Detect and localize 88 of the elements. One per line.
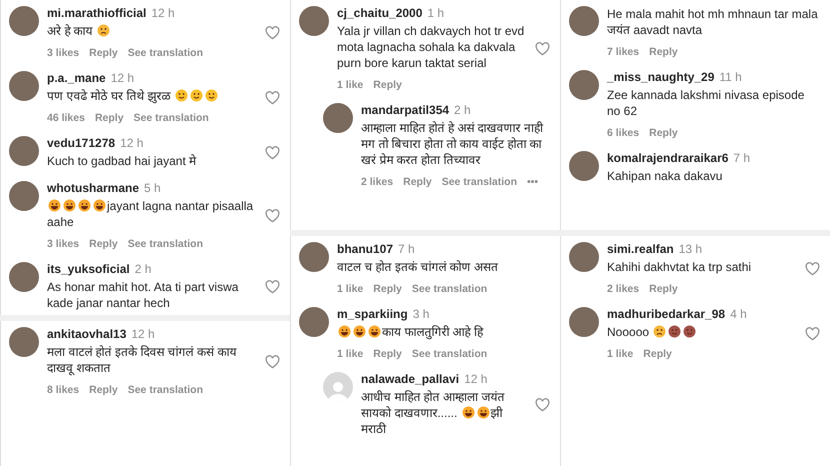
comment-time: 12 h <box>110 71 134 85</box>
comment-text: Yala jr villan ch dakvaych hot tr evd mota lagnacha sohala ka dakvala purn bore karun taktat serial <box>337 23 526 71</box>
heart-icon[interactable] <box>265 354 280 368</box>
comment-time: 3 h <box>412 307 430 321</box>
comment-time: 12 h <box>131 327 155 341</box>
comment-text: Kahihi dakhvtat ka trp sathi <box>607 259 752 275</box>
reply-link[interactable]: Reply <box>643 348 672 360</box>
likes-count[interactable]: 7 likes <box>607 46 640 58</box>
comment-time: 12 h <box>151 6 175 20</box>
comment-text: jayant lagna nantar pisaalla aahe <box>47 198 254 230</box>
likes-count[interactable]: 1 like <box>337 283 364 295</box>
username[interactable]: p.a._mane <box>47 71 106 85</box>
heart-icon[interactable] <box>535 42 550 56</box>
username[interactable]: _miss_naughty_29 <box>607 70 714 84</box>
reply-link[interactable]: Reply <box>403 176 432 188</box>
username[interactable]: whotusharmane <box>47 181 140 195</box>
comment-text: As honar mahit hot. Ata ti part viswa kade janar nantar hech <box>47 279 240 311</box>
see-translation-link[interactable]: See translation <box>128 47 203 59</box>
heart-icon[interactable] <box>805 262 820 276</box>
username[interactable]: nalawade_pallavi <box>361 372 460 386</box>
reply-link[interactable]: Reply <box>373 283 402 295</box>
comment-time: 4 h <box>730 307 747 321</box>
comment-time: 5 h <box>144 181 161 195</box>
likes-count[interactable]: 2 likes <box>607 283 640 295</box>
reply-link[interactable]: Reply <box>373 79 402 91</box>
username[interactable]: mi.marathiofficial <box>47 6 146 20</box>
comment-text: अरे हे काय <box>47 23 257 39</box>
comment-time: 12 h <box>120 136 144 150</box>
username[interactable]: m_sparkiing <box>337 307 408 321</box>
reply-link[interactable]: Reply <box>89 47 118 59</box>
username[interactable]: madhuribedarkar_98 <box>607 307 726 321</box>
comment-text: आधीच माहित होत आम्हाला जयंत सायको दाखवणार...... झी मराठी <box>361 389 506 437</box>
username[interactable]: simi.realfan <box>607 242 674 256</box>
username[interactable]: bhanu107 <box>337 242 394 256</box>
heart-icon[interactable] <box>265 26 280 40</box>
heart-icon[interactable] <box>265 280 280 294</box>
see-translation-link[interactable]: See translation <box>128 384 203 396</box>
see-translation-link[interactable]: See translation <box>442 176 517 188</box>
comment-time: 13 h <box>678 242 702 256</box>
comment-text: वाटल च होत इतकं चांगलं कोण असत <box>337 259 500 275</box>
comment-text: मला वाटलं होतं इतके दिवस चांगलं कसं काय दाखवू शकतात <box>47 344 238 376</box>
see-translation-link[interactable]: See translation <box>134 112 209 124</box>
see-translation-link[interactable]: See translation <box>128 238 203 250</box>
comment-text: Kuch to gadbad hai jayant मे <box>47 153 198 169</box>
reply-link[interactable]: Reply <box>649 283 678 295</box>
comment-time: 1 h <box>427 6 444 20</box>
likes-count[interactable]: 8 likes <box>47 384 80 396</box>
comment-text: पण एवढे मोठे घर तिथे झुरळ <box>47 88 257 104</box>
heart-icon[interactable] <box>265 208 280 222</box>
likes-count[interactable]: 1 like <box>607 348 634 360</box>
comment-text: आम्हाला माहित होतं हे असं दाखवणार नाही मग तो बिचारा होता तो काय वाईट होता का खरं प्रेम करत होता तिच्यावर <box>361 120 544 168</box>
comment-time: 7 h <box>398 242 415 256</box>
reply-link[interactable]: Reply <box>94 112 124 124</box>
comment-text: Nooooo <box>607 324 797 340</box>
reply-link[interactable]: Reply <box>89 384 118 396</box>
reply-link[interactable]: Reply <box>649 127 678 139</box>
username[interactable]: vedu171278 <box>47 136 116 150</box>
more-options-button[interactable]: ••• <box>527 176 538 188</box>
comment-text: Kahipan naka dakavu <box>607 168 724 184</box>
comment-text: काय फालतुगिरी आहे हि <box>337 324 550 340</box>
heart-icon[interactable] <box>535 398 550 412</box>
likes-count[interactable]: 1 like <box>337 348 364 360</box>
likes-count[interactable]: 46 likes <box>47 112 85 124</box>
comment-text: Zee kannada lakshmi nivasa episode no 62 <box>607 87 806 119</box>
heart-icon[interactable] <box>265 146 280 160</box>
likes-count[interactable]: 3 likes <box>47 47 80 59</box>
reply-link[interactable]: Reply <box>649 46 678 58</box>
likes-count[interactable]: 1 like <box>337 79 364 91</box>
comment-time: 7 h <box>733 151 750 165</box>
comment-time: 2 h <box>454 103 471 117</box>
see-translation-link[interactable]: See translation <box>412 283 488 295</box>
reply-link[interactable]: Reply <box>89 238 118 250</box>
username[interactable]: cj_chaitu_2000 <box>337 6 422 20</box>
comment-text: He mala mahit hot mh mhnaun tar mala जयंत aavadt navta <box>607 6 819 38</box>
username[interactable]: ankitaovhal13 <box>47 327 126 341</box>
comment-time: 2 h <box>134 262 152 276</box>
heart-icon[interactable] <box>265 90 280 104</box>
likes-count[interactable]: 3 likes <box>47 238 80 250</box>
heart-icon[interactable] <box>805 326 820 340</box>
comment-time: 12 h <box>464 372 488 386</box>
see-translation-link[interactable]: See translation <box>412 348 488 360</box>
likes-count[interactable]: 6 likes <box>607 127 640 139</box>
username[interactable]: komalrajendraraikar6 <box>607 151 728 165</box>
reply-link[interactable]: Reply <box>373 348 402 360</box>
username[interactable]: its_yuksoficial <box>47 262 130 276</box>
comment-time: 11 h <box>719 70 742 84</box>
username[interactable]: mandarpatil354 <box>361 103 450 117</box>
likes-count[interactable]: 2 likes <box>361 176 394 188</box>
